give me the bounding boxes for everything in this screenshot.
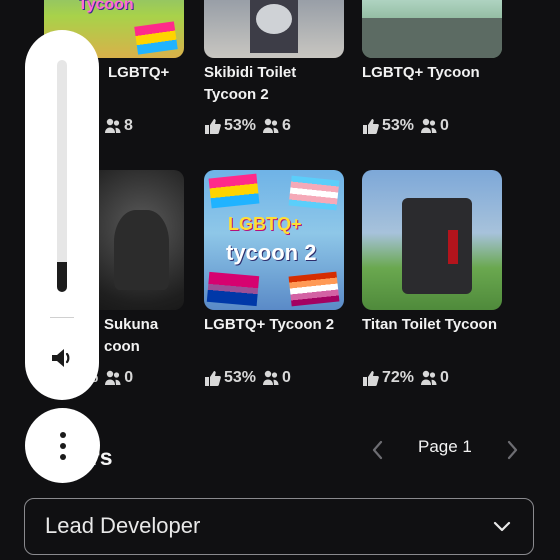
flag-graphic	[134, 21, 178, 55]
game-thumbnail-2[interactable]	[204, 0, 344, 58]
flag-graphic	[288, 175, 340, 211]
toilet-head-graphic	[256, 4, 292, 34]
game-stats-2: 53% 6	[204, 117, 291, 135]
game-title-3-line-1: LGBTQ+ Tycoon	[362, 64, 480, 81]
game-stats-5: 53% 0	[204, 369, 291, 387]
people-icon	[262, 117, 280, 135]
game-stats-6: 72% 0	[362, 369, 449, 387]
pager-prev-button[interactable]	[366, 438, 390, 462]
volume-slider-fill	[57, 262, 67, 292]
like-ratio: 53%	[224, 369, 257, 386]
player-count: 8	[124, 117, 133, 134]
people-icon	[420, 117, 438, 135]
more-vertical-icon	[56, 431, 70, 466]
thumb-text-bottom: tycoon 2	[226, 240, 317, 265]
game-title-6-line-1: Titan Toilet Tycoon	[362, 316, 497, 333]
volume-divider	[50, 317, 74, 318]
people-icon	[262, 369, 280, 387]
people-icon	[104, 369, 122, 387]
thumbs-up-icon	[362, 117, 380, 135]
role-dropdown-value: Lead Developer	[45, 513, 201, 538]
like-ratio: 53%	[224, 117, 257, 134]
game-title-2-line-1: Skibidi Toilet	[204, 64, 297, 81]
more-button[interactable]	[25, 408, 100, 483]
ground-graphic	[362, 18, 502, 58]
thumbs-up-icon	[204, 117, 222, 135]
flag-graphic	[206, 271, 260, 307]
game-title-4-line-2: coon	[104, 338, 140, 355]
game-thumbnail-3[interactable]	[362, 0, 502, 58]
player-count: 0	[440, 369, 449, 386]
game-thumbnail-5[interactable]: LGBTQ+ tycoon 2	[204, 170, 344, 310]
player-count: 6	[282, 117, 291, 134]
chevron-right-icon	[500, 440, 524, 466]
like-ratio: 53%	[382, 117, 415, 134]
volume-button[interactable]	[48, 344, 76, 372]
volume-icon	[48, 349, 76, 376]
titan-graphic	[402, 198, 472, 294]
game-stats-3: 53% 0	[362, 117, 449, 135]
game-title-2-line-2: Tycoon 2	[204, 86, 269, 103]
titan-accent-graphic	[448, 230, 458, 264]
people-icon	[104, 117, 122, 135]
flag-graphic	[208, 173, 260, 209]
people-icon	[420, 369, 438, 387]
player-count: 0	[124, 369, 134, 386]
volume-slider[interactable]	[57, 60, 67, 292]
like-ratio: 72%	[382, 369, 415, 386]
game-thumbnail-6[interactable]	[362, 170, 502, 310]
thumbs-up-icon	[362, 369, 380, 387]
pager-next-button[interactable]	[500, 438, 524, 462]
thumbs-up-icon	[204, 369, 222, 387]
pager-label: Page 1	[418, 437, 472, 456]
game-stats-1: 8	[104, 117, 133, 135]
chevron-left-icon	[366, 440, 390, 466]
flag-graphic	[288, 271, 340, 307]
chevron-down-icon	[491, 515, 513, 542]
thumb-text-top: LGBTQ+	[228, 214, 302, 234]
player-count: 0	[440, 117, 449, 134]
thumb-badge: Tycoon	[78, 0, 134, 13]
character-graphic	[114, 210, 169, 290]
game-title-5-line-1: LGBTQ+ Tycoon 2	[204, 316, 335, 333]
role-dropdown[interactable]: Lead Developer	[24, 498, 534, 555]
player-count: 0	[282, 369, 291, 386]
